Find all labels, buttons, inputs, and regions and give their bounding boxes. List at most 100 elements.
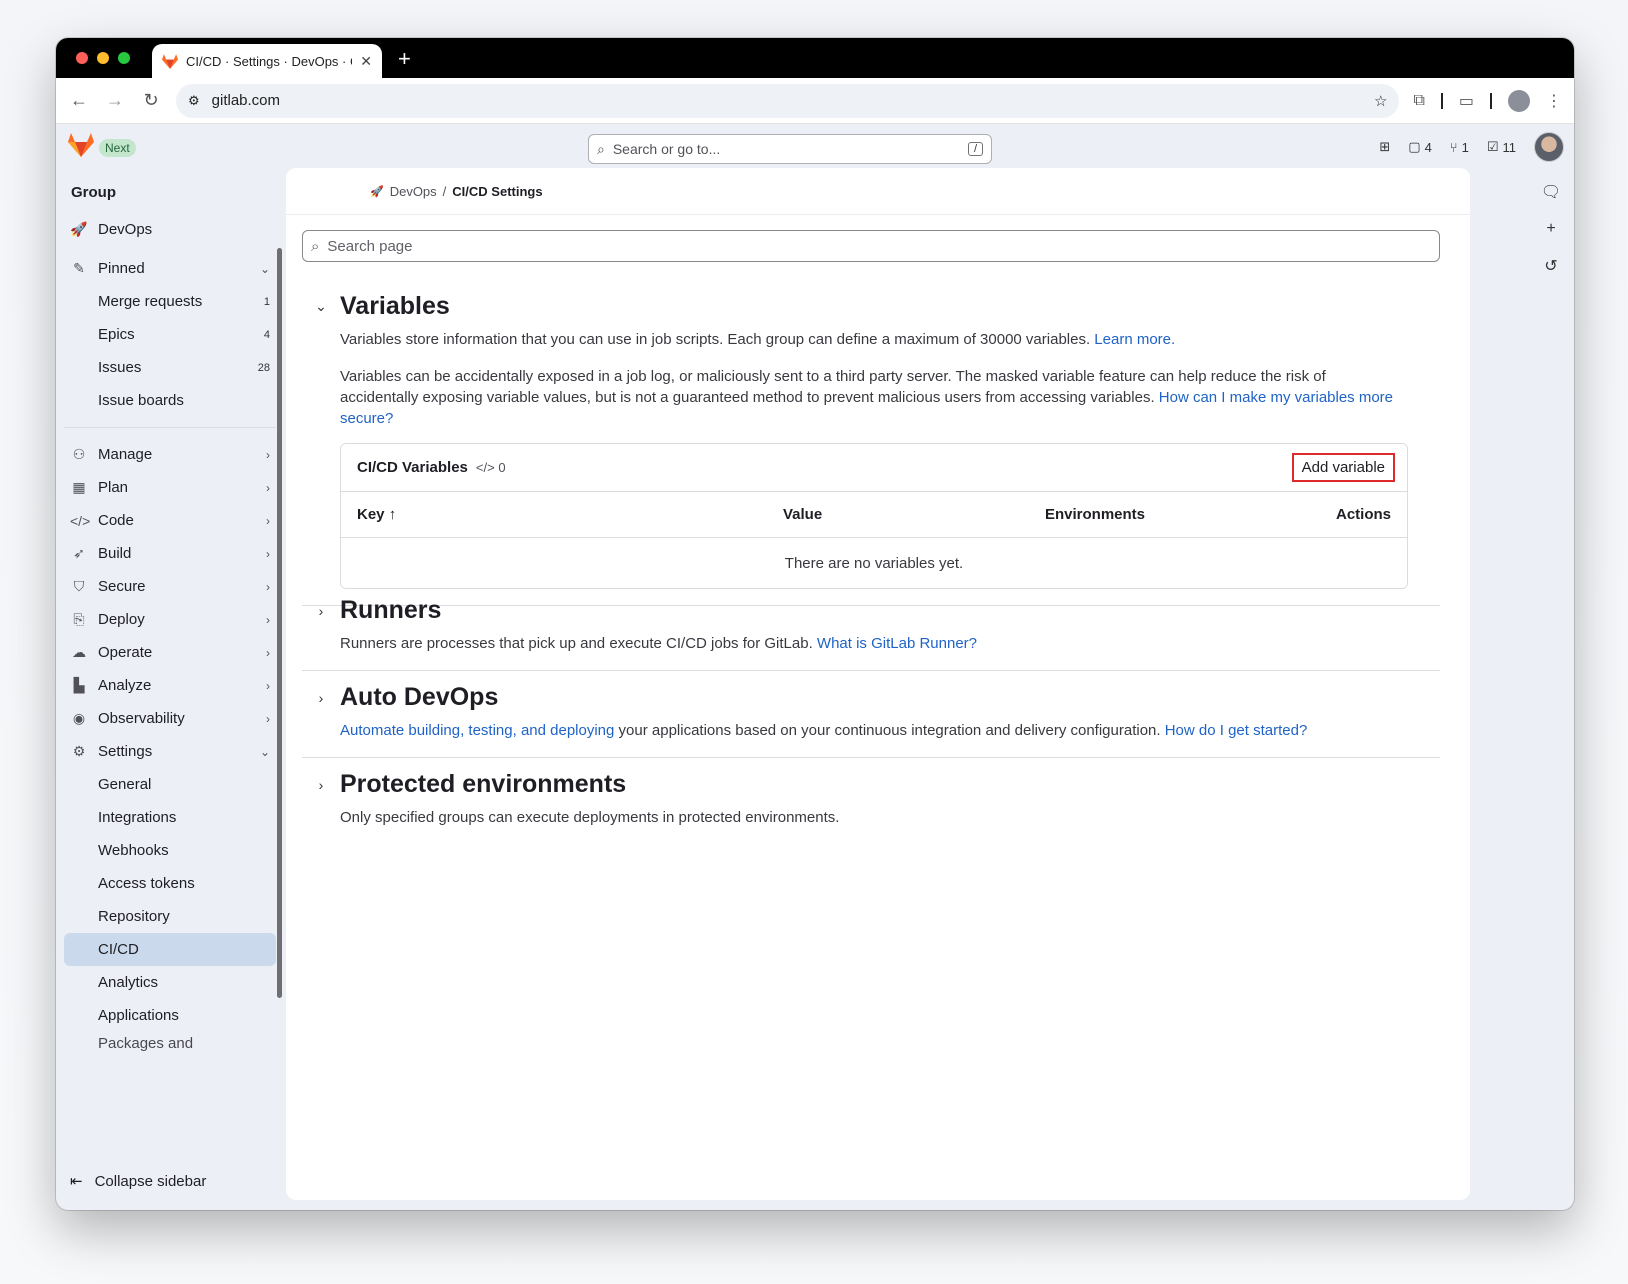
- merge-requests-count-button[interactable]: ⑂ 1: [1450, 140, 1469, 155]
- gitlab-favicon-icon: [162, 53, 178, 69]
- left-sidebar: Group 🚀 DevOps ✎ Pinned ⌄ Merge requests…: [56, 168, 284, 1210]
- sidebar-item-plan[interactable]: ▦ Plan ›: [56, 471, 284, 504]
- sidebar-item-label: CI/CD: [98, 941, 139, 958]
- breadcrumb-group-link[interactable]: DevOps: [390, 184, 437, 199]
- chevron-right-icon: ›: [266, 678, 270, 693]
- sidebar-item-merge-requests[interactable]: Merge requests 1: [56, 285, 284, 318]
- sidebar-scrollbar[interactable]: [277, 248, 282, 998]
- sidebar-item-pinned[interactable]: ✎ Pinned ⌄: [56, 252, 284, 285]
- breadcrumb-current[interactable]: CI/CD Settings: [452, 184, 542, 199]
- sidebar-item-label: Merge requests: [98, 293, 203, 310]
- chevron-right-icon[interactable]: ›: [302, 777, 340, 793]
- variables-header[interactable]: ⌄ Variables: [302, 292, 1440, 321]
- page-search-input[interactable]: ⌕ Search page: [302, 230, 1440, 262]
- sidebar-item-applications[interactable]: Applications: [56, 999, 284, 1032]
- chevron-right-icon[interactable]: ›: [302, 603, 340, 619]
- comment-icon[interactable]: 🗨: [1541, 182, 1561, 202]
- search-shortcut-key: /: [967, 142, 983, 156]
- gear-icon: ⚙: [72, 743, 86, 759]
- chevron-right-icon[interactable]: ›: [302, 690, 340, 706]
- add-variable-button[interactable]: Add variable: [1291, 453, 1395, 482]
- sidebar-item-repository[interactable]: Repository: [56, 900, 284, 933]
- sidebar-item-webhooks[interactable]: Webhooks: [56, 834, 284, 867]
- create-new-icon[interactable]: ⊞: [1379, 139, 1390, 155]
- back-icon[interactable]: ←: [68, 90, 90, 111]
- rocket-avatar-icon: 🚀: [70, 221, 88, 237]
- sidebar-item-cicd[interactable]: CI/CD: [64, 933, 276, 966]
- chevron-down-icon[interactable]: ⌄: [302, 298, 340, 315]
- sidebar-item-code[interactable]: </> Code ›: [56, 504, 284, 537]
- sidebar-item-deploy[interactable]: ⎘ Deploy ›: [56, 603, 284, 636]
- breadcrumb-separator: /: [442, 184, 447, 199]
- sidebar-item-label: Analyze: [98, 677, 152, 694]
- sidebar-item-manage[interactable]: ⚇ Manage ›: [56, 438, 284, 471]
- collapse-sidebar-button[interactable]: ⇤ Collapse sidebar: [70, 1172, 207, 1191]
- user-avatar[interactable]: [1534, 132, 1564, 162]
- tab-search-icon[interactable]: ▭: [1459, 91, 1474, 111]
- url-text[interactable]: gitlab.com: [212, 92, 1362, 109]
- get-started-link[interactable]: How do I get started?: [1165, 722, 1308, 739]
- close-window-button[interactable]: [76, 52, 88, 64]
- sidebar-item-settings[interactable]: ⚙ Settings ⌄: [56, 735, 284, 768]
- gitlab-topbar: Next ⌕ Search or go to... / ⊞ ▢ 4 ⑂ 1 ☑ 11: [56, 124, 1574, 168]
- section-divider: [302, 670, 1440, 671]
- reload-icon[interactable]: ↻: [140, 90, 162, 111]
- section-description: Automate building, testing, and deployin…: [340, 720, 1440, 741]
- sidebar-item-operate[interactable]: ☁ Operate ›: [56, 636, 284, 669]
- search-icon: ⌕: [597, 140, 605, 157]
- sidebar-item-analytics[interactable]: Analytics: [56, 966, 284, 999]
- rocket-icon: ➶: [73, 545, 85, 561]
- plus-icon[interactable]: +: [1546, 220, 1555, 238]
- chevron-right-icon: ›: [266, 645, 270, 660]
- auto-devops-description-text: your applications based on your continuo…: [618, 722, 1161, 739]
- issues-count-button[interactable]: ▢ 4: [1408, 139, 1432, 155]
- sidebar-item-analyze[interactable]: ▙ Analyze ›: [56, 669, 284, 702]
- code-icon: </>: [475, 460, 495, 475]
- runners-description-text: Runners are processes that pick up and e…: [340, 635, 813, 652]
- protected-environments-header[interactable]: › Protected environments: [302, 770, 1440, 799]
- collapse-sidebar-label: Collapse sidebar: [94, 1172, 207, 1190]
- sidebar-item-access-tokens[interactable]: Access tokens: [56, 867, 284, 900]
- section-title: Protected environments: [340, 770, 627, 798]
- sidebar-item-packages[interactable]: Packages and: [56, 1032, 284, 1054]
- sidebar-item-label: Plan: [98, 479, 129, 496]
- sidebar-item-integrations[interactable]: Integrations: [56, 801, 284, 834]
- maximize-window-button[interactable]: [118, 52, 130, 64]
- sidebar-item-general[interactable]: General: [56, 768, 284, 801]
- forward-icon[interactable]: →: [104, 90, 126, 111]
- global-search-input[interactable]: ⌕ Search or go to... /: [588, 134, 992, 164]
- learn-more-link[interactable]: Learn more.: [1094, 331, 1175, 348]
- bookmark-star-icon[interactable]: ☆: [1374, 92, 1387, 110]
- address-bar[interactable]: ⚙ gitlab.com ☆: [176, 83, 1400, 118]
- automate-link[interactable]: Automate building, testing, and deployin…: [340, 722, 614, 739]
- browser-tab[interactable]: CI/CD · Settings · DevOps · G ✕: [152, 44, 382, 78]
- new-tab-button[interactable]: +: [398, 46, 411, 72]
- section-description: Variables store information that you can…: [340, 329, 1440, 350]
- profile-avatar-icon[interactable]: [1508, 89, 1530, 112]
- chart-icon: ▙: [73, 677, 85, 693]
- window-controls: [76, 52, 130, 64]
- sidebar-group-devops[interactable]: 🚀 DevOps: [56, 213, 284, 246]
- sidebar-item-issues[interactable]: Issues 28: [56, 351, 284, 384]
- gitlab-logo-icon[interactable]: [68, 133, 94, 157]
- todos-count: 11: [1502, 139, 1517, 155]
- todos-count-button[interactable]: ☑ 11: [1487, 139, 1516, 155]
- tab-close-icon[interactable]: ✕: [360, 53, 372, 70]
- minimize-window-button[interactable]: [97, 52, 109, 64]
- sidebar-item-secure[interactable]: ⛉ Secure ›: [56, 570, 284, 603]
- sidebar-item-epics[interactable]: Epics 4: [56, 318, 284, 351]
- browser-menu-icon[interactable]: ⋮: [1546, 91, 1562, 111]
- sidebar-item-issue-boards[interactable]: Issue boards: [56, 384, 284, 417]
- merge-requests-count: 1: [1461, 139, 1469, 155]
- extensions-icon[interactable]: ⧉: [1413, 92, 1424, 110]
- sidebar-item-build[interactable]: ➶ Build ›: [56, 537, 284, 570]
- site-settings-icon[interactable]: ⚙: [188, 93, 200, 109]
- column-key[interactable]: Key ↑: [357, 506, 783, 523]
- sidebar-item-observability[interactable]: ◉ Observability ›: [56, 702, 284, 735]
- runners-header[interactable]: › Runners: [302, 596, 1440, 625]
- auto-devops-header[interactable]: › Auto DevOps: [302, 683, 1440, 712]
- sidebar-item-label: Build: [98, 545, 132, 562]
- gitlab-runner-link[interactable]: What is GitLab Runner?: [817, 635, 977, 652]
- history-icon[interactable]: ↺: [1544, 256, 1557, 276]
- column-actions: Actions: [1335, 506, 1391, 523]
